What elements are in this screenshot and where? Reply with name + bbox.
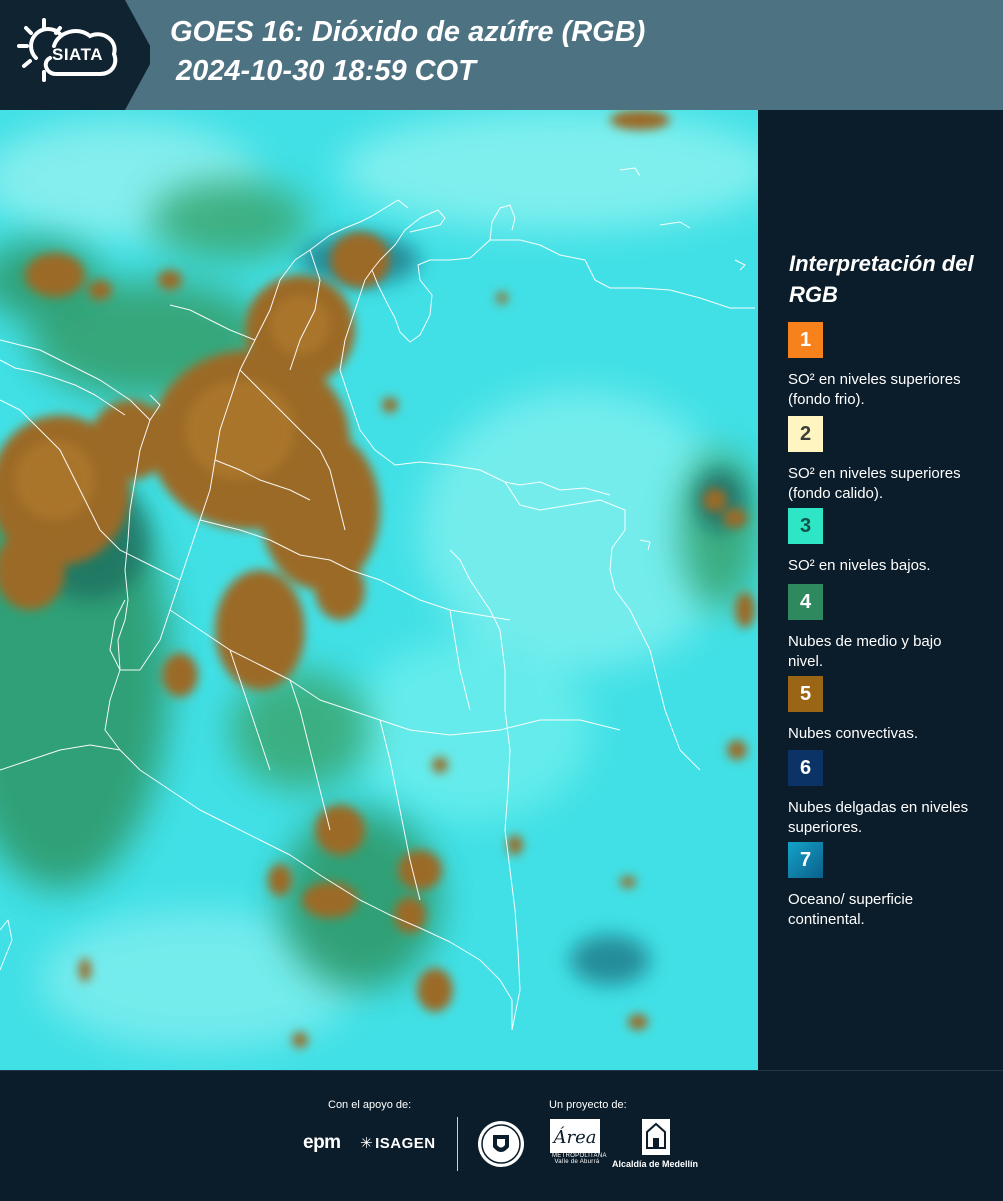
legend-swatch: 3 <box>788 508 823 544</box>
epm-logo: epm <box>303 1132 341 1153</box>
alcaldia-building-icon <box>642 1119 670 1155</box>
timestamp: 2024-10-30 18:59 COT <box>176 55 476 87</box>
legend-item-1: 1 SO² en niveles superiores (fondo frio)… <box>788 322 988 410</box>
satellite-map[interactable] <box>0 110 758 1070</box>
legend-swatch: 5 <box>788 676 823 712</box>
legend-swatch: 4 <box>788 584 823 620</box>
legend-swatch: 1 <box>788 322 823 358</box>
header-bar: SIATA GOES 16: Dióxido de azúfre (RGB) 2… <box>0 0 1003 110</box>
alcaldia-logo-text: Alcaldía de Medellín <box>612 1159 699 1169</box>
legend-description: SO² en niveles superiores (fondo frio). <box>788 371 961 408</box>
legend-swatch: 6 <box>788 750 823 786</box>
siata-logo-text: SIATA <box>52 45 103 64</box>
legend-item-4: 4 Nubes de medio y bajo nivel. <box>788 584 988 672</box>
area-metropolitana-logo: Área <box>550 1119 600 1153</box>
footer: Con el apoyo de: Un proyecto de: epm ✳ IS… <box>0 1070 1003 1201</box>
satellite-image <box>0 110 758 1070</box>
legend-description: Nubes delgadas en niveles superiores. <box>788 799 969 836</box>
legend-item-6: 6 Nubes delgadas en niveles superiores. <box>788 750 988 838</box>
support-label: Con el apoyo de: <box>328 1099 412 1111</box>
legend-title: Interpretación del RGB <box>789 251 974 307</box>
legend-item-7: 7 Oceano/ superficie continental. <box>788 842 988 930</box>
legend-description: Oceano/ superficie continental. <box>788 891 914 928</box>
legend-panel: Interpretación del RGB 1 SO² en niveles … <box>758 110 1003 1070</box>
isagen-logo-text: ISAGEN <box>375 1135 436 1152</box>
footer-divider <box>457 1117 458 1171</box>
isagen-logo: ✳ ISAGEN <box>360 1134 436 1152</box>
area-subtitle: METROPOLITANA Valle de Aburrá <box>552 1153 607 1165</box>
page-title: GOES 16: Dióxido de azúfre (RGB) <box>170 16 646 48</box>
legend-swatch: 2 <box>788 416 823 452</box>
project-label: Un proyecto de: <box>549 1099 627 1111</box>
area-script-text: Área <box>552 1125 597 1148</box>
legend-description: Nubes de medio y bajo nivel. <box>788 633 942 670</box>
legend-item-3: 3 SO² en niveles bajos. <box>788 508 988 596</box>
legend-swatch: 7 <box>788 842 823 878</box>
isagen-mark-icon: ✳ <box>360 1135 374 1152</box>
siata-logo: SIATA <box>0 0 150 110</box>
legend-item-2: 2 SO² en niveles superiores (fondo calid… <box>788 416 988 516</box>
medellin-seal-icon <box>478 1121 524 1167</box>
